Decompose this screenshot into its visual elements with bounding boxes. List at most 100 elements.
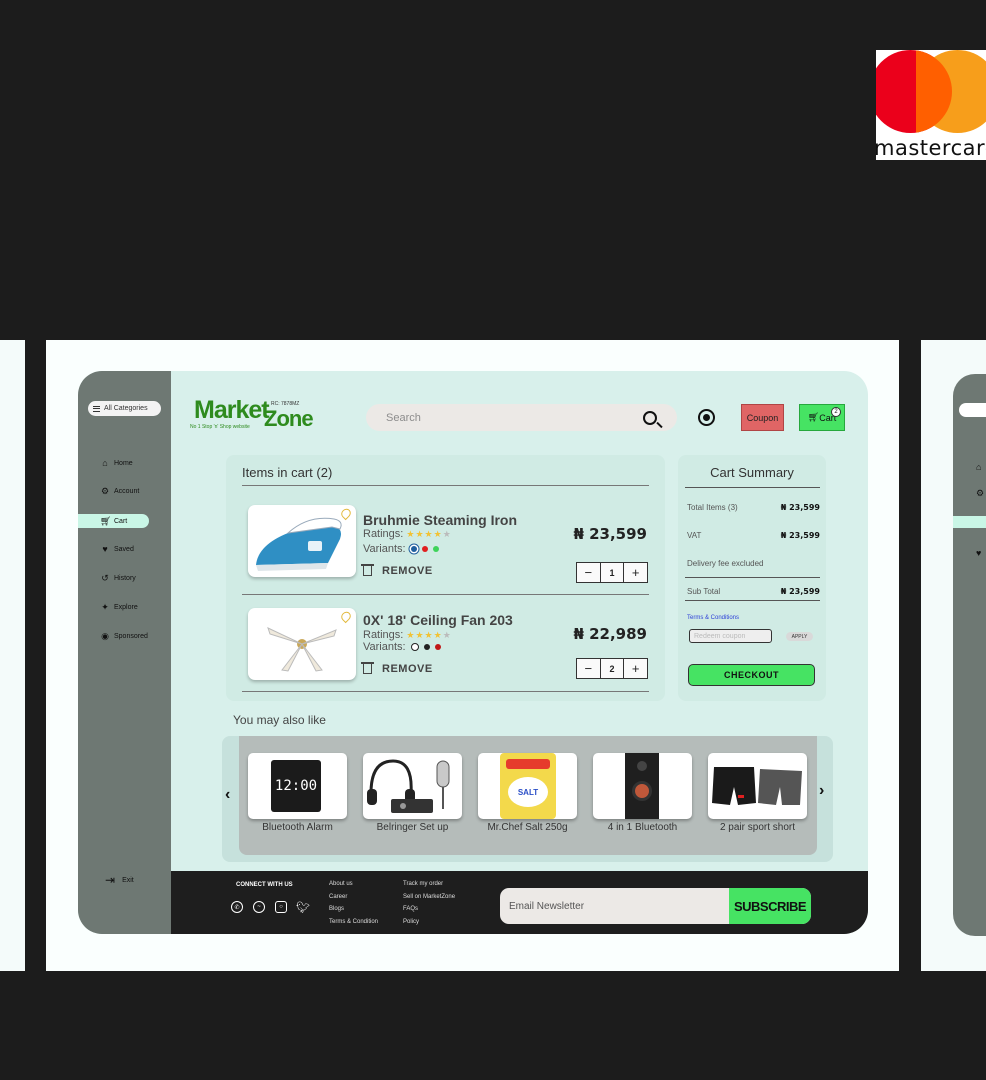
connect-with-us-title: CONNECT WITH US — [236, 882, 293, 888]
increment-button[interactable]: + — [624, 659, 647, 678]
exit-label: Exit — [122, 876, 134, 884]
variant-swatch-blue[interactable] — [410, 546, 417, 552]
variant-swatch-red[interactable] — [434, 644, 441, 650]
sidebar-item-saved[interactable]: ♥ Saved — [100, 543, 134, 555]
sidebar: All Categories ⌂ Home ⚙ Account 🛒︎ Cart ♥ Sa… — [78, 371, 171, 934]
variant-swatch-red[interactable] — [421, 546, 428, 552]
recommend-card[interactable]: Belringer Set up — [363, 753, 462, 833]
search-input[interactable]: Search — [366, 404, 677, 431]
quantity-value[interactable]: 1 — [599, 563, 625, 582]
footer-link-policy[interactable]: Policy — [403, 916, 455, 929]
divider — [685, 487, 820, 488]
subtotal-value: ₦ 23,599 — [780, 587, 820, 596]
product-name[interactable]: Bruhmie Steaming Iron — [363, 512, 517, 528]
marketzone-app: All Categories ⌂ Home ⚙ Account 🛒︎ Cart ♥ Sa… — [78, 371, 868, 934]
bluetooth-speaker-image — [593, 753, 692, 819]
carousel-next-arrow[interactable]: › — [819, 782, 824, 800]
user-account-icon[interactable] — [698, 409, 715, 426]
remove-button[interactable]: REMOVE — [361, 662, 433, 675]
carousel-prev-arrow[interactable]: ‹ — [225, 786, 230, 804]
clock-display: 12:00 — [271, 760, 321, 812]
variant-swatch-black[interactable] — [423, 644, 430, 650]
footer-link-about[interactable]: About us — [329, 878, 378, 891]
footer-link-track-order[interactable]: Track my order — [403, 878, 455, 891]
divider — [242, 691, 649, 692]
heart-icon: ♥ — [102, 544, 108, 554]
product-name[interactable]: 0X' 18' Ceiling Fan 203 — [363, 612, 513, 628]
all-categories-button[interactable]: All Categories — [88, 401, 161, 416]
exit-button[interactable]: ⇥ Exit — [105, 873, 134, 887]
quantity-stepper[interactable]: − 1 + — [576, 562, 648, 583]
footer: CONNECT WITH US ✆ ~ ○ 🐦︎ About us Career… — [171, 871, 868, 934]
recommend-card[interactable]: SALT Mr.Chef Salt 250g — [478, 753, 577, 833]
all-categories-label: All Categories — [104, 405, 148, 412]
salt-pack-text: SALT — [508, 777, 548, 807]
messenger-icon[interactable]: ~ — [253, 901, 265, 913]
product-variants: Variants: — [363, 641, 441, 653]
subtotal-label: Sub Total — [687, 587, 721, 596]
footer-link-sell[interactable]: Sell on MarketZone — [403, 891, 455, 904]
logo-word-zone: Zone — [264, 406, 314, 431]
marketzone-logo[interactable]: Market Zone RC: 7878MZ No 1 Stop 'n' Sho… — [190, 396, 314, 432]
salt-pack-image: SALT — [478, 753, 577, 819]
trash-icon — [361, 662, 374, 674]
subscribe-button[interactable]: SUBSCRIBE — [729, 888, 811, 924]
ratings-label: Ratings: — [363, 528, 404, 540]
terms-link[interactable]: Terms & Conditions — [687, 615, 739, 621]
ceiling-fan-image[interactable] — [248, 608, 356, 680]
gear-icon: ⚙ — [100, 485, 110, 496]
whatsapp-icon[interactable]: ✆ — [231, 901, 243, 913]
divider — [685, 577, 820, 578]
logo-tagline: No 1 Stop 'n' Shop website — [190, 424, 250, 430]
sidebar-item-explore[interactable]: ✦ Explore — [100, 601, 138, 613]
search-icon[interactable] — [643, 410, 657, 425]
cart-icon: 🛒︎ — [807, 412, 820, 422]
cart-count-badge: 2 — [831, 407, 841, 417]
artboard: All Categories ⌂ Home ⚙ Account 🛒︎ Cart ♥ Sa… — [46, 340, 899, 971]
logo-word-market: Market — [194, 396, 270, 424]
variant-swatch-green[interactable] — [432, 546, 439, 552]
increment-button[interactable]: + — [624, 563, 647, 582]
sidebar-item-home[interactable]: ⌂ Home — [100, 457, 133, 469]
apply-coupon-button[interactable]: APPLY — [786, 632, 813, 641]
vat-label: VAT — [687, 531, 702, 540]
cart-button[interactable]: 🛒︎ Cart 2 — [799, 404, 845, 431]
recommend-card[interactable]: 2 pair sport short — [708, 753, 807, 833]
sidebar-item-history[interactable]: ↺ History — [100, 572, 136, 584]
sidebar-item-label: Cart — [114, 517, 128, 525]
footer-link-career[interactable]: Career — [329, 891, 378, 904]
sport-shorts-image — [708, 753, 807, 819]
sidebar-item-label: Home — [114, 459, 133, 467]
sidebar-item-sponsored[interactable]: ◉ Sponsored — [100, 630, 148, 642]
footer-link-blogs[interactable]: Blogs — [329, 903, 378, 916]
variants-label: Variants: — [363, 543, 406, 555]
newsletter-form: Email Newsletter SUBSCRIBE — [500, 888, 811, 924]
steaming-iron-image[interactable] — [248, 505, 356, 577]
sidebar-item-cart[interactable]: 🛒︎ Cart — [100, 515, 127, 527]
variants-label: Variants: — [363, 641, 406, 653]
newsletter-email-input[interactable]: Email Newsletter — [509, 888, 584, 924]
exit-icon: ⇥ — [105, 873, 116, 887]
decrement-button[interactable]: − — [577, 563, 600, 582]
decrement-button[interactable]: − — [577, 659, 600, 678]
coupon-button[interactable]: Coupon — [741, 404, 784, 431]
remove-button[interactable]: REMOVE — [361, 564, 433, 577]
recommend-card[interactable]: 12:00 Bluetooth Alarm — [248, 753, 347, 833]
product-ratings: Ratings: ★★★★★ — [363, 629, 452, 641]
twitter-icon[interactable]: 🐦︎ — [296, 901, 310, 914]
explore-icon: ✦ — [101, 601, 109, 612]
footer-link-faqs[interactable]: FAQs — [403, 903, 455, 916]
footer-links-col1: About us Career Blogs Terms & Condition — [329, 878, 378, 928]
divider — [242, 485, 649, 486]
redeem-coupon-input[interactable]: Redeem coupon — [689, 629, 772, 643]
sidebar-item-label: Explore — [114, 603, 138, 611]
quantity-stepper[interactable]: − 2 + — [576, 658, 648, 679]
checkout-button[interactable]: CHECKOUT — [688, 664, 815, 686]
footer-link-terms[interactable]: Terms & Condition — [329, 916, 378, 929]
variant-swatch-white[interactable] — [410, 643, 419, 651]
quantity-value[interactable]: 2 — [599, 659, 625, 678]
instagram-icon[interactable]: ○ — [275, 901, 287, 913]
sidebar-item-account[interactable]: ⚙ Account — [100, 485, 139, 497]
recommend-card[interactable]: 4 in 1 Bluetooth — [593, 753, 692, 833]
recommendations-carousel: ‹ › 12:00 Bluetooth Alarm Belringer Set … — [222, 736, 833, 862]
